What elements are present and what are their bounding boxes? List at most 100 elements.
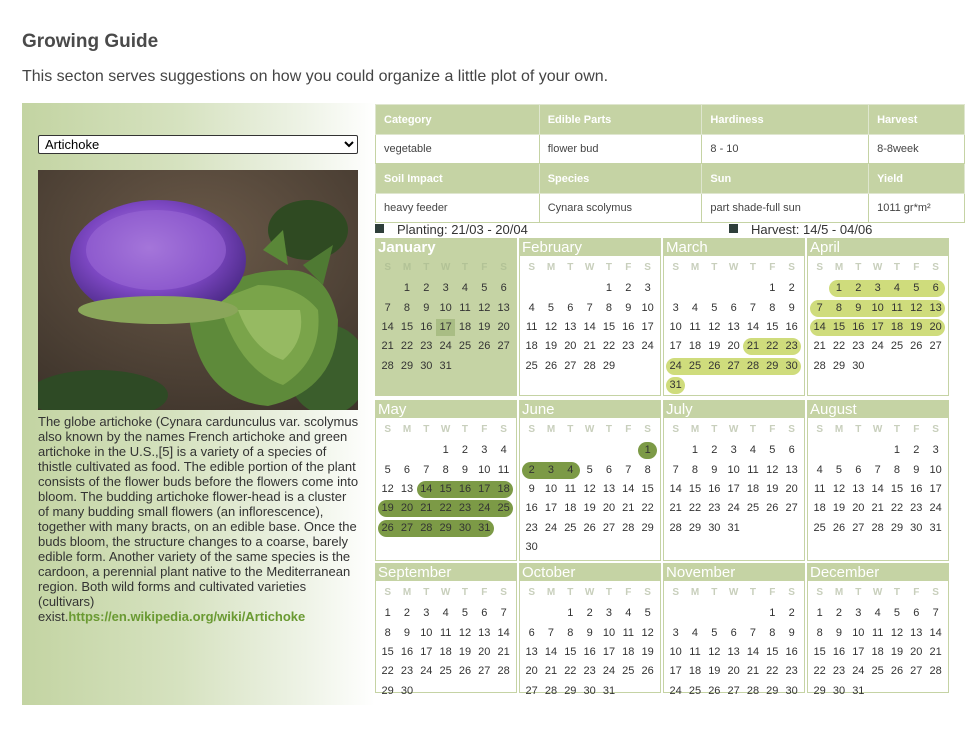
day-cell[interactable]: 8	[829, 299, 849, 317]
day-cell[interactable]: 13	[475, 625, 494, 642]
day-cell[interactable]: 30	[455, 519, 475, 537]
day-cell[interactable]: 9	[580, 625, 599, 642]
day-cell[interactable]: 16	[397, 644, 416, 661]
day-cell[interactable]: 24	[417, 663, 436, 680]
day-cell[interactable]: 19	[705, 338, 724, 355]
day-cell[interactable]: 15	[763, 319, 782, 336]
day-cell[interactable]: 6	[494, 280, 513, 297]
day-cell[interactable]: 14	[494, 625, 513, 642]
day-cell[interactable]: 24	[724, 500, 743, 517]
day-cell[interactable]: 24	[436, 338, 455, 355]
day-cell[interactable]: 1	[561, 605, 580, 622]
day-cell[interactable]: 14	[810, 318, 830, 336]
day-cell[interactable]: 4	[436, 605, 455, 622]
day-cell[interactable]: 8	[638, 462, 657, 479]
day-cell[interactable]: 13	[925, 299, 946, 317]
day-cell[interactable]: 27	[475, 663, 494, 680]
day-cell[interactable]: 29	[378, 683, 397, 700]
day-cell[interactable]: 20	[397, 500, 417, 518]
day-cell[interactable]: 19	[638, 644, 657, 661]
day-cell[interactable]: 21	[868, 500, 887, 517]
day-cell[interactable]: 20	[475, 644, 494, 661]
day-cell[interactable]: 10	[541, 481, 560, 498]
day-cell[interactable]: 13	[724, 644, 743, 661]
day-cell[interactable]: 5	[906, 280, 926, 298]
day-cell[interactable]: 8	[887, 462, 906, 479]
day-cell[interactable]: 29	[435, 519, 456, 537]
day-cell[interactable]: 29	[397, 358, 416, 375]
day-cell[interactable]: 15	[397, 319, 416, 336]
day-cell[interactable]: 21	[378, 338, 397, 355]
day-cell[interactable]: 13	[849, 481, 868, 498]
day-cell[interactable]: 12	[887, 625, 906, 642]
day-cell[interactable]: 27	[494, 338, 513, 355]
day-cell[interactable]: 18	[887, 318, 907, 336]
day-cell[interactable]: 29	[810, 683, 829, 700]
day-cell[interactable]: 8	[397, 300, 416, 317]
day-cell[interactable]: 25	[887, 338, 906, 355]
day-cell[interactable]: 3	[638, 280, 657, 297]
day-cell[interactable]: 21	[666, 500, 685, 517]
day-cell[interactable]: 2	[522, 461, 542, 479]
plant-select[interactable]: Artichoke	[38, 135, 358, 154]
day-cell[interactable]: 21	[416, 500, 436, 518]
day-cell[interactable]: 4	[685, 625, 704, 642]
day-cell[interactable]: 20	[561, 338, 580, 355]
day-cell[interactable]: 4	[522, 300, 541, 317]
day-cell[interactable]: 15	[685, 481, 704, 498]
day-cell[interactable]: 4	[685, 300, 704, 317]
day-cell[interactable]: 6	[724, 300, 743, 317]
day-cell[interactable]: 20	[494, 319, 513, 336]
day-cell[interactable]: 24	[474, 500, 494, 518]
day-cell[interactable]: 26	[705, 683, 724, 700]
day-cell[interactable]: 12	[829, 481, 848, 498]
day-cell[interactable]: 8	[436, 462, 455, 479]
day-cell[interactable]: 28	[868, 520, 887, 537]
day-cell[interactable]: 10	[867, 299, 888, 317]
day-cell[interactable]: 29	[887, 520, 906, 537]
day-cell[interactable]: 21	[580, 338, 599, 355]
day-cell[interactable]: 22	[599, 338, 618, 355]
day-cell[interactable]: 17	[867, 318, 888, 336]
day-cell[interactable]: 8	[378, 625, 397, 642]
day-cell[interactable]: 10	[724, 462, 743, 479]
day-cell[interactable]: 24	[926, 500, 945, 517]
day-cell[interactable]: 19	[829, 500, 848, 517]
day-cell[interactable]: 20	[907, 644, 926, 661]
day-cell[interactable]: 3	[475, 442, 494, 459]
day-cell[interactable]: 26	[541, 358, 560, 375]
day-cell[interactable]: 13	[561, 319, 580, 336]
day-cell[interactable]: 21	[619, 500, 638, 517]
day-cell[interactable]: 19	[763, 481, 782, 498]
day-cell[interactable]: 5	[705, 300, 724, 317]
day-cell[interactable]: 30	[417, 358, 436, 375]
day-cell[interactable]: 6	[397, 462, 416, 479]
day-cell[interactable]: 16	[848, 318, 868, 336]
day-cell[interactable]: 15	[829, 318, 849, 336]
day-cell[interactable]: 14	[743, 319, 762, 336]
day-cell[interactable]: 29	[638, 520, 657, 537]
day-cell[interactable]: 25	[685, 357, 705, 375]
day-cell[interactable]: 14	[743, 644, 762, 661]
day-cell[interactable]: 26	[763, 500, 782, 517]
day-cell[interactable]: 12	[378, 481, 397, 498]
day-cell[interactable]: 5	[541, 300, 560, 317]
day-cell[interactable]: 30	[829, 683, 848, 700]
day-cell[interactable]: 17	[926, 481, 945, 498]
day-cell[interactable]: 23	[580, 663, 599, 680]
day-cell[interactable]: 16	[907, 481, 926, 498]
day-cell[interactable]: 2	[619, 280, 638, 297]
day-cell[interactable]: 1	[763, 280, 782, 297]
day-cell[interactable]: 13	[599, 481, 618, 498]
day-cell[interactable]: 20	[599, 500, 618, 517]
day-cell[interactable]: 27	[724, 683, 743, 700]
day-cell[interactable]: 31	[926, 520, 945, 537]
day-cell[interactable]: 26	[475, 338, 494, 355]
day-cell[interactable]: 4	[494, 442, 513, 459]
day-cell[interactable]: 14	[378, 319, 397, 336]
day-cell[interactable]: 21	[743, 663, 762, 680]
day-cell[interactable]: 16	[417, 319, 436, 336]
wikipedia-link[interactable]: https://en.wikipedia.org/wiki/Artichoke	[68, 609, 305, 624]
day-cell[interactable]: 15	[810, 644, 829, 661]
day-cell[interactable]: 2	[782, 280, 801, 297]
